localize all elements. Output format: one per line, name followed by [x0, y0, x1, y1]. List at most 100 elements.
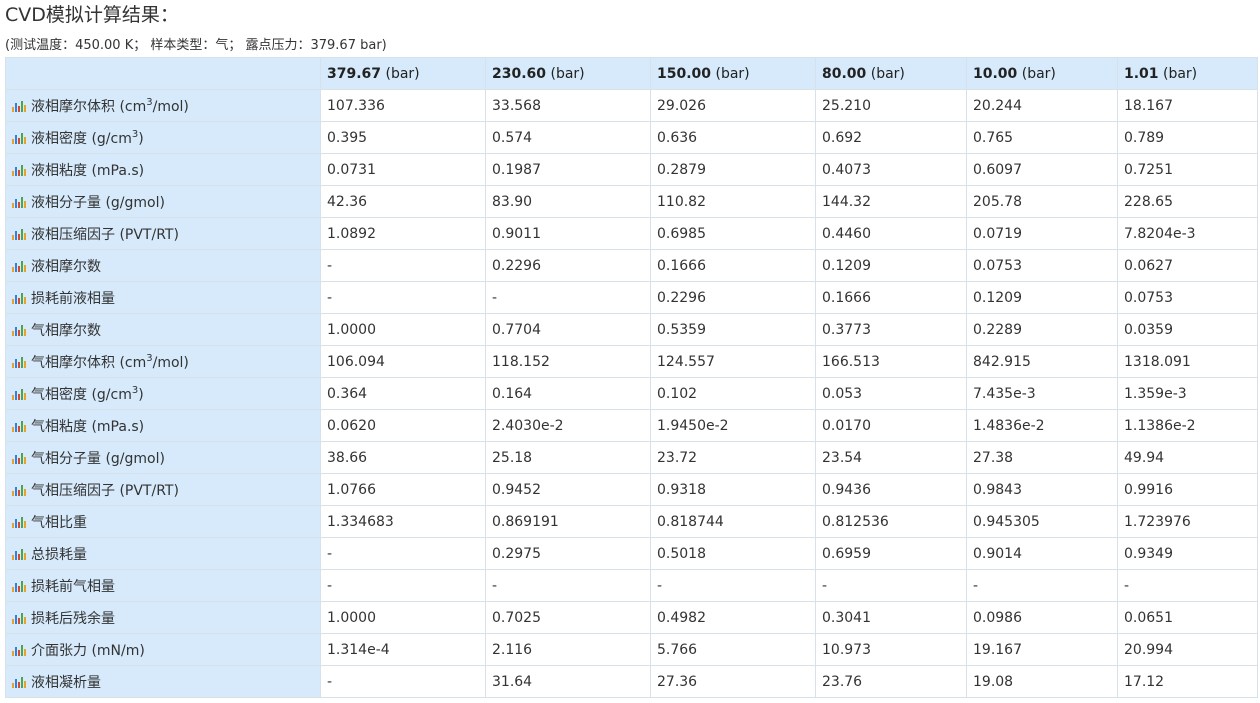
table-cell: 23.72 — [650, 441, 816, 474]
bar-chart-icon[interactable] — [12, 580, 26, 592]
table-cell: 19.167 — [966, 633, 1118, 666]
table-cell: 124.557 — [650, 345, 816, 378]
row-label: 液相压缩因子 (PVT/RT) — [31, 226, 179, 243]
table-cell: 0.0627 — [1117, 249, 1258, 282]
table-cell: 1.1386e-2 — [1117, 409, 1258, 442]
pressure-value: 10.00 — [973, 65, 1018, 82]
table-cell: 0.0753 — [1117, 281, 1258, 314]
table-row: 液相摩尔数 -0.2296 0.1666 0.1209 0.0753 0.0627 — [5, 249, 1258, 282]
row-label: 液相分子量 (g/gmol) — [31, 194, 165, 211]
row-label: 气相分子量 (g/gmol) — [31, 450, 165, 467]
bar-chart-icon[interactable] — [12, 548, 26, 560]
table-cell: 1.314e-4 — [320, 633, 486, 666]
table-cell: - — [485, 281, 651, 314]
table-cell: 118.152 — [485, 345, 651, 378]
table-cell: 19.08 — [966, 665, 1118, 698]
page-title: CVD模拟计算结果： — [5, 4, 179, 26]
table-cell: 0.7025 — [485, 601, 651, 634]
table-cell: 5.766 — [650, 633, 816, 666]
table-cell: 0.4460 — [815, 217, 967, 250]
table-cell: 1318.091 — [1117, 345, 1258, 378]
table-cell: 23.76 — [815, 665, 967, 698]
row-label: 气相比重 — [31, 514, 87, 531]
table-cell: 1.723976 — [1117, 505, 1258, 538]
table-cell: 1.0892 — [320, 217, 486, 250]
bar-chart-icon[interactable] — [12, 612, 26, 624]
bar-chart-icon[interactable] — [12, 164, 26, 176]
bar-chart-icon[interactable] — [12, 452, 26, 464]
table-cell: 1.334683 — [320, 505, 486, 538]
table-cell: 0.0651 — [1117, 601, 1258, 634]
table-row: 液相分子量 (g/gmol) 42.36 83.90 110.82 144.32 205.… — [5, 185, 1258, 218]
table-cell: 0.2975 — [485, 537, 651, 570]
test-conditions-subtitle: (测试温度：450.00 K； 样本类型：气； 露点压力：379.67 bar) — [5, 38, 387, 53]
row-label-cell: 总损耗量 — [5, 537, 321, 570]
table-cell: 0.2296 — [485, 249, 651, 282]
table-cell: 205.78 — [966, 185, 1118, 218]
table-row: 气相摩尔体积 (cm3/mol) 106.094 118.152 124.557 166… — [5, 345, 1258, 378]
table-cell: 0.765 — [966, 121, 1118, 154]
table-row: 液相凝析量 -31.64 27.36 23.76 19.08 17.12 — [5, 665, 1258, 698]
bar-chart-icon[interactable] — [12, 676, 26, 688]
table-cell: 0.7704 — [485, 313, 651, 346]
row-label: 介面张力 (mN/m) — [31, 642, 145, 659]
table-row: 气相密度 (g/cm3) 0.364 0.164 0.102 0.053 7.435e-3… — [5, 377, 1258, 410]
bar-chart-icon[interactable] — [12, 356, 26, 368]
table-cell: 1.0000 — [320, 601, 486, 634]
table-cell: 0.9916 — [1117, 473, 1258, 506]
table-cell: 7.435e-3 — [966, 377, 1118, 410]
bar-chart-icon[interactable] — [12, 516, 26, 528]
bar-chart-icon[interactable] — [12, 420, 26, 432]
bar-chart-icon[interactable] — [12, 644, 26, 656]
row-label: 气相密度 (g/cm — [31, 386, 132, 403]
bar-chart-icon[interactable] — [12, 324, 26, 336]
bar-chart-icon[interactable] — [12, 484, 26, 496]
pressure-value: 150.00 — [657, 65, 712, 82]
pressure-unit: (bar) — [870, 65, 905, 82]
bar-chart-icon[interactable] — [12, 132, 26, 144]
table-cell: 0.3041 — [815, 601, 967, 634]
row-label-cell: 介面张力 (mN/m) — [5, 633, 321, 666]
bar-chart-icon[interactable] — [12, 100, 26, 112]
row-label-cell: 损耗前气相量 — [5, 569, 321, 602]
table-row: 损耗后残余量 1.0000 0.7025 0.4982 0.3041 0.0986 0.06… — [5, 601, 1258, 634]
table-row: 总损耗量 -0.2975 0.5018 0.6959 0.9014 0.9349 — [5, 537, 1258, 570]
table-cell: 0.692 — [815, 121, 967, 154]
table-cell: 83.90 — [485, 185, 651, 218]
table-cell: 0.4073 — [815, 153, 967, 186]
bar-chart-icon[interactable] — [12, 260, 26, 272]
table-cell: - — [815, 569, 967, 602]
table-cell: 0.0986 — [966, 601, 1118, 634]
row-label: 气相压缩因子 (PVT/RT) — [31, 482, 179, 499]
table-cell: 110.82 — [650, 185, 816, 218]
table-cell: 0.6959 — [815, 537, 967, 570]
row-label-cell: 气相比重 — [5, 505, 321, 538]
row-label-cell: 气相摩尔体积 (cm3/mol) — [5, 345, 321, 378]
table-cell: 0.636 — [650, 121, 816, 154]
table-cell: - — [485, 569, 651, 602]
table-cell: 0.9011 — [485, 217, 651, 250]
bar-chart-icon[interactable] — [12, 196, 26, 208]
table-cell: 25.210 — [815, 89, 967, 122]
pressure-value: 379.67 — [327, 65, 382, 82]
row-label-cell: 气相摩尔数 — [5, 313, 321, 346]
row-label: 液相摩尔数 — [31, 258, 101, 275]
row-label-cell: 气相分子量 (g/gmol) — [5, 441, 321, 474]
table-cell: - — [320, 665, 486, 698]
table-cell: 25.18 — [485, 441, 651, 474]
table-cell: 23.54 — [815, 441, 967, 474]
row-label: 气相摩尔体积 (cm — [31, 354, 147, 371]
table-cell: 1.0766 — [320, 473, 486, 506]
table-cell: 2.4030e-2 — [485, 409, 651, 442]
table-cell: 42.36 — [320, 185, 486, 218]
table-cell: 144.32 — [815, 185, 967, 218]
bar-chart-icon[interactable] — [12, 228, 26, 240]
bar-chart-icon[interactable] — [12, 292, 26, 304]
table-row: 气相压缩因子 (PVT/RT) 1.0766 0.9452 0.9318 0.9436 0… — [5, 473, 1258, 506]
table-row: 液相压缩因子 (PVT/RT) 1.0892 0.9011 0.6985 0.4460 0… — [5, 217, 1258, 250]
table-cell: - — [966, 569, 1118, 602]
row-label: 气相粘度 (mPa.s) — [31, 418, 145, 435]
table-cell: 0.0753 — [966, 249, 1118, 282]
table-cell: 0.1209 — [966, 281, 1118, 314]
bar-chart-icon[interactable] — [12, 388, 26, 400]
